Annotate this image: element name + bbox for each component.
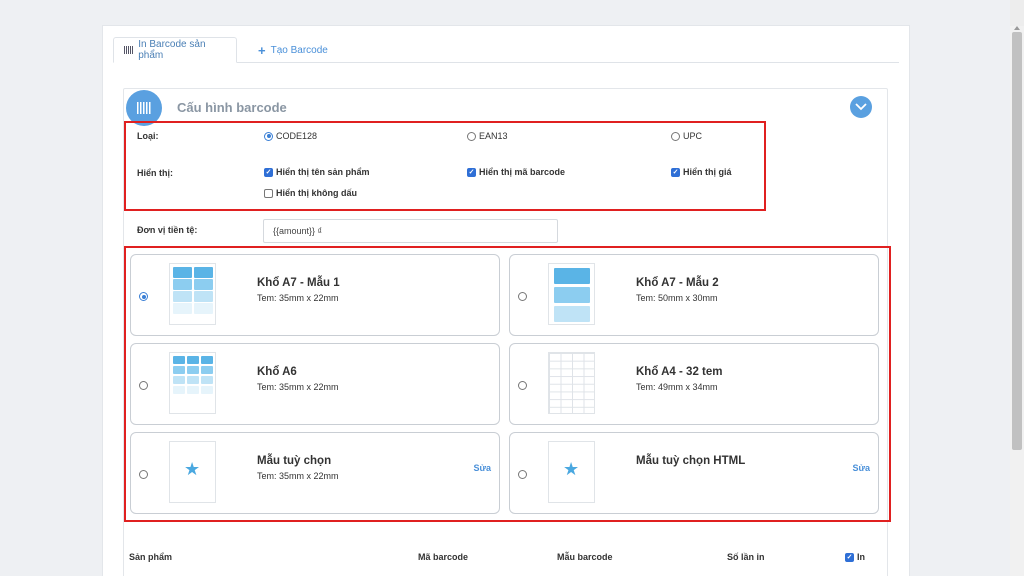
template-custom[interactable]: ★ Mẫu tuỳ chọn Tem: 35mm x 22mm Sửa (130, 432, 500, 514)
radio-ean13[interactable] (467, 131, 476, 141)
collapse-button[interactable] (850, 96, 872, 118)
scrollbar-thumb[interactable] (1012, 32, 1022, 450)
radio-code128[interactable] (264, 131, 273, 141)
plus-icon: + (258, 42, 266, 58)
column-header-print-count[interactable]: Số lần in (727, 552, 765, 562)
window-top-strip (1010, 0, 1024, 26)
option-label: Hiển thị tên sản phẩm (276, 167, 370, 177)
template-title: Khổ A7 - Mẫu 1 (257, 277, 340, 289)
option-label: Hiển thị mã barcode (479, 167, 566, 177)
template-thumbnail: ★ (548, 441, 595, 503)
tab-create-barcode[interactable]: + Tạo Barcode (248, 37, 338, 63)
tab-bar: In Barcode sản phẩm + Tạo Barcode (113, 37, 899, 63)
star-icon: ★ (184, 459, 201, 479)
radio-template-a6[interactable] (139, 381, 148, 390)
column-header-product[interactable]: Sản phẩm (129, 552, 172, 562)
template-title: Mẫu tuỳ chọn (257, 455, 332, 467)
template-custom-html[interactable]: ★ Mẫu tuỳ chọn HTML Sửa (509, 432, 879, 514)
checkbox-barcode[interactable]: ✓ (467, 167, 476, 177)
type-option-code128[interactable]: CODE128 (264, 131, 317, 141)
star-icon: ★ (563, 459, 580, 479)
template-subtitle: Tem: 35mm x 22mm (257, 382, 339, 392)
type-label: Loại: (137, 131, 159, 141)
template-thumbnail (169, 352, 216, 414)
checkbox-print-all[interactable]: ✓ (845, 552, 854, 562)
option-label: CODE128 (276, 131, 318, 141)
display-option-price[interactable]: ✓ Hiển thị giá (671, 167, 732, 177)
options-highlight-box (124, 121, 766, 211)
template-subtitle: Tem: 49mm x 34mm (636, 382, 718, 392)
radio-upc[interactable] (671, 131, 680, 141)
currency-input[interactable]: {{amount}} ₫ (263, 219, 558, 243)
card-title: Cấu hình barcode (177, 100, 287, 115)
type-option-upc[interactable]: UPC (671, 131, 702, 141)
display-option-product-name[interactable]: ✓ Hiển thị tên sản phẩm (264, 167, 370, 177)
radio-template-custom-html[interactable] (518, 470, 527, 479)
template-a4-32[interactable]: Khổ A4 - 32 tem Tem: 49mm x 34mm (509, 343, 879, 425)
option-label: UPC (683, 131, 703, 141)
template-thumbnail: ★ (169, 441, 216, 503)
template-a7-2[interactable]: Khổ A7 - Mẫu 2 Tem: 50mm x 30mm (509, 254, 879, 336)
display-option-no-accent[interactable]: Hiển thị không dấu (264, 188, 357, 198)
checkbox-price[interactable]: ✓ (671, 167, 680, 177)
scroll-up-icon[interactable] (1014, 26, 1020, 30)
checkbox-no-accent[interactable] (264, 188, 273, 198)
option-label: EAN13 (479, 131, 508, 141)
column-header-template[interactable]: Mẫu barcode (557, 552, 613, 562)
option-label: Hiển thị giá (683, 167, 732, 177)
template-title: Khổ A6 (257, 366, 297, 378)
template-thumbnail (548, 352, 595, 414)
type-option-ean13[interactable]: EAN13 (467, 131, 508, 141)
radio-template-a4-32[interactable] (518, 381, 527, 390)
option-label: Hiển thị không dấu (276, 188, 357, 198)
currency-label: Đơn vị tiền tệ: (137, 225, 198, 235)
template-subtitle: Tem: 35mm x 22mm (257, 293, 339, 303)
template-a7-1[interactable]: Khổ A7 - Mẫu 1 Tem: 35mm x 22mm (130, 254, 500, 336)
template-thumbnail (548, 263, 595, 325)
display-option-barcode[interactable]: ✓ Hiển thị mã barcode (467, 167, 565, 177)
template-title: Mẫu tuỳ chọn HTML (636, 455, 746, 467)
template-title: Khổ A4 - 32 tem (636, 366, 723, 378)
template-thumbnail (169, 263, 216, 325)
template-title: Khổ A7 - Mẫu 2 (636, 277, 719, 289)
radio-template-custom[interactable] (139, 470, 148, 479)
radio-template-a7-1[interactable] (139, 292, 148, 301)
template-a6[interactable]: Khổ A6 Tem: 35mm x 22mm (130, 343, 500, 425)
column-header-print[interactable]: ✓ In (845, 552, 865, 562)
column-header-barcode[interactable]: Mã barcode (418, 552, 468, 562)
vertical-scrollbar[interactable] (1010, 26, 1024, 576)
tab-label: In Barcode sản phẩm (138, 39, 206, 61)
column-label: In (857, 552, 865, 562)
chevron-down-icon (855, 103, 867, 111)
edit-template-link[interactable]: Sửa (473, 463, 491, 473)
tab-print-barcode[interactable]: In Barcode sản phẩm (113, 37, 237, 63)
template-subtitle: Tem: 35mm x 22mm (257, 471, 339, 481)
checkbox-product-name[interactable]: ✓ (264, 167, 273, 177)
barcode-icon (124, 46, 134, 54)
display-label: Hiển thị: (137, 168, 173, 178)
radio-template-a7-2[interactable] (518, 292, 527, 301)
edit-template-link[interactable]: Sửa (852, 463, 870, 473)
template-subtitle: Tem: 50mm x 30mm (636, 293, 718, 303)
tab-label: Tạo Barcode (270, 44, 328, 56)
